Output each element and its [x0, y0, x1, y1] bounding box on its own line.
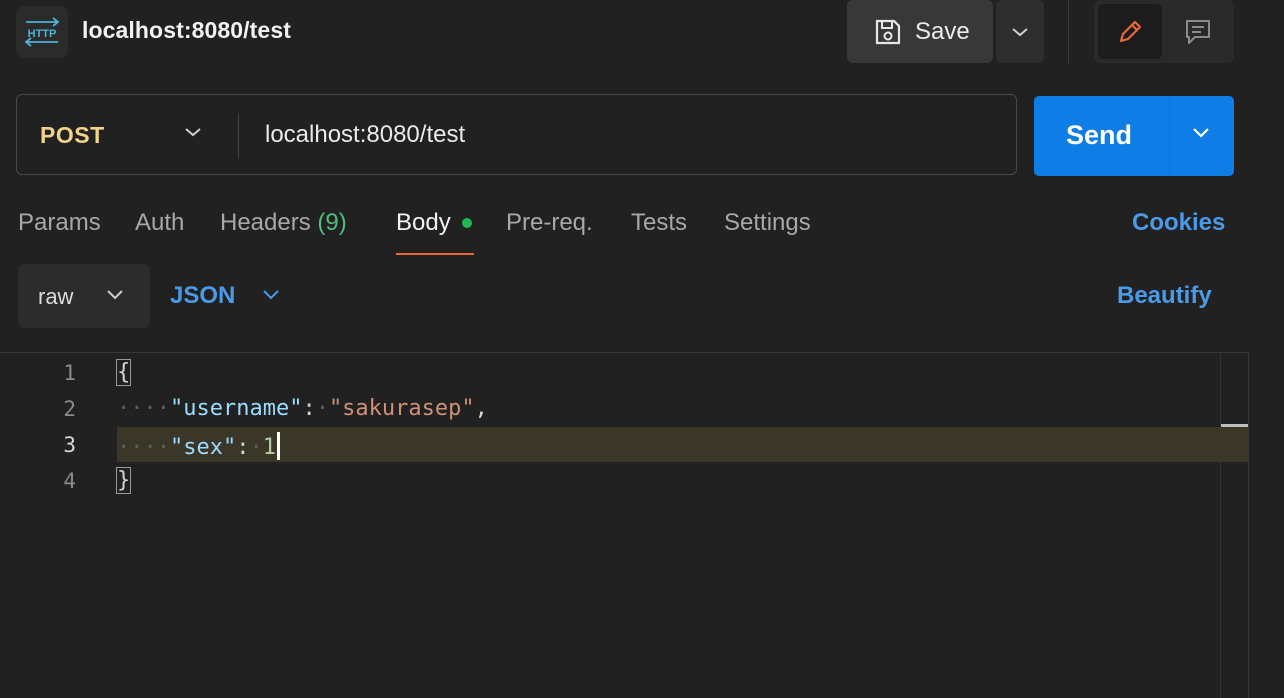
tab-headers[interactable]: Headers (9)	[220, 209, 347, 237]
code-line[interactable]: ····"username":·"sakurasep",	[117, 396, 488, 421]
tab-tests[interactable]: Tests	[631, 209, 687, 237]
request-title[interactable]: localhost:8080/test	[82, 17, 291, 44]
json-key: "username"	[169, 396, 303, 421]
code-line[interactable]: ····"sex":·1	[117, 432, 280, 460]
tab-body[interactable]: Body	[396, 209, 451, 237]
current-line-highlight	[117, 427, 1248, 462]
whitespace-marker: ····	[117, 435, 170, 460]
close-brace: }	[115, 467, 132, 494]
send-label[interactable]: Send	[1066, 120, 1132, 151]
json-value: "sakurasep"	[328, 396, 475, 421]
method-select[interactable]: POST	[40, 122, 105, 149]
comments-button[interactable]	[1166, 4, 1230, 59]
whitespace-marker: ·	[249, 435, 263, 460]
body-format-select[interactable]: JSON	[170, 282, 235, 310]
open-brace: {	[115, 359, 132, 386]
editor-scrollbar[interactable]	[1220, 352, 1221, 698]
active-tab-indicator	[396, 253, 474, 255]
tab-settings[interactable]: Settings	[724, 209, 811, 237]
svg-text:HTTP: HTTP	[28, 28, 57, 40]
url-divider	[238, 113, 239, 159]
chevron-down-icon[interactable]	[104, 287, 126, 308]
line-number: 2	[63, 397, 76, 421]
line-number: 1	[63, 361, 76, 385]
body-active-dot-icon	[462, 218, 472, 228]
text-cursor	[276, 432, 280, 460]
json-value: 1	[262, 435, 276, 460]
chevron-down-icon[interactable]	[260, 287, 282, 308]
chevron-down-icon	[1012, 27, 1028, 36]
headers-count-badge: (9)	[317, 209, 347, 236]
save-label: Save	[915, 17, 970, 45]
tab-params[interactable]: Params	[18, 209, 101, 237]
editor-border	[0, 352, 1250, 353]
save-options-button[interactable]	[996, 0, 1044, 63]
url-bar	[16, 94, 1017, 175]
whitespace-marker: ·	[315, 396, 329, 421]
code-line[interactable]: }	[115, 467, 132, 494]
save-icon	[875, 19, 901, 44]
tab-auth[interactable]: Auth	[135, 209, 184, 237]
pencil-icon	[1119, 20, 1142, 42]
code-line[interactable]: {	[115, 359, 132, 386]
beautify-button[interactable]: Beautify	[1117, 282, 1212, 310]
edit-mode-button[interactable]	[1098, 4, 1162, 59]
tab-headers-label: Headers	[220, 209, 311, 236]
send-split-divider	[1169, 96, 1170, 176]
save-button[interactable]: Save	[847, 0, 993, 63]
send-options-chevron-icon[interactable]	[1190, 125, 1212, 146]
line-number: 3	[63, 433, 76, 457]
tab-prereq[interactable]: Pre-req.	[506, 209, 593, 237]
chevron-down-icon[interactable]	[182, 124, 204, 145]
editor-border	[1248, 352, 1249, 698]
http-icon: HTTP	[16, 6, 68, 58]
url-input[interactable]: localhost:8080/test	[265, 121, 465, 149]
json-key: "sex"	[169, 435, 237, 460]
line-number: 4	[63, 469, 76, 493]
comment-icon	[1186, 19, 1210, 44]
cookies-link[interactable]: Cookies	[1132, 209, 1225, 237]
body-mode-label[interactable]: raw	[38, 284, 73, 310]
whitespace-marker: ····	[117, 396, 170, 421]
header-divider	[1068, 0, 1069, 63]
